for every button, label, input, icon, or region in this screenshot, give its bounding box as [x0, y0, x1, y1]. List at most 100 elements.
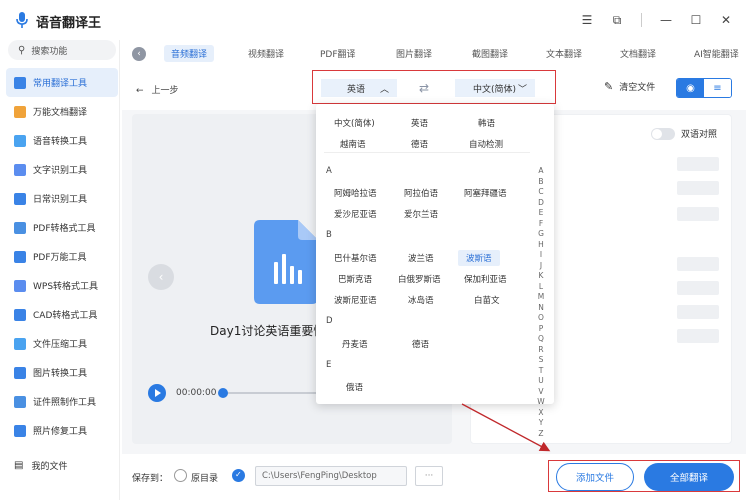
lang-option[interactable]: 中文(简体): [334, 117, 375, 129]
alpha-letter[interactable]: D: [535, 198, 547, 209]
alpha-letter[interactable]: I: [535, 250, 547, 261]
maximize-icon[interactable]: ☐: [684, 10, 708, 30]
alpha-letter[interactable]: G: [535, 229, 547, 240]
lang-option[interactable]: 越南语: [340, 138, 366, 150]
progress-track[interactable]: [222, 392, 322, 394]
source-language-select[interactable]: 英语 ︿: [321, 79, 397, 97]
lang-option[interactable]: 保加利亚语: [464, 273, 507, 285]
alpha-letter[interactable]: O: [535, 313, 547, 324]
sidebar-item-photo-repair[interactable]: 照片修复工具: [6, 416, 118, 445]
add-file-button[interactable]: 添加文件: [556, 463, 634, 491]
alpha-letter[interactable]: Z: [535, 429, 547, 440]
alpha-letter[interactable]: T: [535, 366, 547, 377]
alpha-letter[interactable]: W: [535, 397, 547, 408]
alpha-letter[interactable]: E: [535, 208, 547, 219]
tab-doc-translate[interactable]: 文档翻译: [620, 47, 656, 60]
alpha-letter[interactable]: J: [535, 261, 547, 272]
alpha-letter[interactable]: L: [535, 282, 547, 293]
alpha-letter[interactable]: V: [535, 387, 547, 398]
output-path-field[interactable]: C:\Users\FengPing\Desktop: [255, 466, 407, 486]
swap-icon[interactable]: ⇄: [419, 81, 429, 95]
shrink-icon[interactable]: ⧉: [605, 10, 629, 30]
chevron-left-icon[interactable]: ‹: [132, 47, 146, 61]
lang-option[interactable]: 爱尔兰语: [404, 208, 438, 220]
sidebar-item-voice[interactable]: 语音转换工具: [6, 126, 118, 155]
alpha-letter[interactable]: H: [535, 240, 547, 251]
alpha-letter[interactable]: A: [535, 166, 547, 177]
lang-option[interactable]: 丹麦语: [342, 338, 368, 350]
sidebar-item-scan[interactable]: 日常识别工具: [6, 184, 118, 213]
clear-files-button[interactable]: ✎ 清空文件: [604, 80, 655, 93]
browse-button[interactable]: ···: [415, 466, 443, 486]
tab-text-translate[interactable]: 文本翻译: [546, 47, 582, 60]
arrow-left-icon: ←: [136, 86, 144, 96]
alpha-letter[interactable]: M: [535, 292, 547, 303]
sidebar-item-common-translate[interactable]: 常用翻译工具: [6, 68, 118, 97]
list-icon[interactable]: ≡: [704, 79, 731, 97]
alpha-letter[interactable]: X: [535, 408, 547, 419]
sidebar-item-id-photo[interactable]: 证件照制作工具: [6, 387, 118, 416]
lang-option-selected[interactable]: 波斯语: [458, 250, 500, 266]
alpha-letter[interactable]: P: [535, 324, 547, 335]
sidebar-item-doc-translate[interactable]: 万能文档翻译: [6, 97, 118, 126]
alpha-letter[interactable]: F: [535, 219, 547, 230]
tab-video-translate[interactable]: 视频翻译: [248, 47, 284, 60]
alpha-letter[interactable]: K: [535, 271, 547, 282]
wps-icon: [14, 279, 26, 292]
lang-option[interactable]: 德语: [411, 138, 428, 150]
toggle-switch[interactable]: [650, 127, 675, 140]
eye-icon[interactable]: ◉: [677, 79, 704, 97]
lang-option[interactable]: 德语: [412, 338, 429, 350]
alpha-letter[interactable]: R: [535, 345, 547, 356]
lang-option[interactable]: 波兰语: [408, 252, 434, 264]
lang-option[interactable]: 阿塞拜疆语: [464, 187, 507, 199]
lang-option[interactable]: 俄语: [346, 381, 363, 393]
sidebar-item-compress[interactable]: 文件压缩工具: [6, 329, 118, 358]
prev-step-button[interactable]: ← 上一步: [136, 83, 179, 96]
sidebar-item-text-ocr[interactable]: 文字识别工具: [6, 155, 118, 184]
lang-option[interactable]: 巴斯克语: [338, 273, 372, 285]
close-icon[interactable]: ✕: [714, 10, 738, 30]
alpha-letter[interactable]: U: [535, 376, 547, 387]
alpha-letter[interactable]: B: [535, 177, 547, 188]
tab-ai-translate[interactable]: AI智能翻译: [694, 47, 739, 60]
alpha-letter[interactable]: S: [535, 355, 547, 366]
sidebar-item-cad[interactable]: CAD转格式工具: [6, 300, 118, 329]
lang-option[interactable]: 英语: [411, 117, 428, 129]
sidebar-item-wps[interactable]: WPS转格式工具: [6, 271, 118, 300]
placeholder-line: [677, 207, 719, 221]
bilingual-toggle[interactable]: 双语对照: [650, 127, 717, 140]
progress-knob[interactable]: [218, 388, 228, 398]
translate-all-button[interactable]: 全部翻译: [644, 463, 734, 491]
tab-audio-translate[interactable]: 音频翻译: [164, 45, 215, 62]
lang-option-auto-detect[interactable]: 自动检测: [469, 138, 503, 150]
alpha-letter[interactable]: Y: [535, 418, 547, 429]
lang-option[interactable]: 韩语: [478, 117, 495, 129]
tab-image-translate[interactable]: 图片翻译: [396, 47, 432, 60]
lang-option[interactable]: 冰岛语: [408, 294, 434, 306]
lang-option[interactable]: 爱沙尼亚语: [334, 208, 377, 220]
search-input[interactable]: ⚲ 搜索功能: [8, 40, 116, 60]
tab-screenshot-translate[interactable]: 截图翻译: [472, 47, 508, 60]
sidebar-item-image-convert[interactable]: 图片转换工具: [6, 358, 118, 387]
lang-option[interactable]: 阿拉伯语: [404, 187, 438, 199]
lang-option[interactable]: 阿姆哈拉语: [334, 187, 377, 199]
alpha-letter[interactable]: Q: [535, 334, 547, 345]
tab-pdf-translate[interactable]: PDF翻译: [320, 47, 356, 60]
lang-option[interactable]: 波斯尼亚语: [334, 294, 377, 306]
minimize-icon[interactable]: —: [654, 10, 678, 30]
sidebar-item-pdf-convert[interactable]: PDF转格式工具: [6, 213, 118, 242]
lang-option[interactable]: 白俄罗斯语: [398, 273, 441, 285]
carousel-prev-button[interactable]: ‹: [148, 264, 174, 290]
menu-icon[interactable]: ☰: [575, 10, 599, 30]
lang-option[interactable]: 巴什基尔语: [334, 252, 377, 264]
target-language-select[interactable]: 中文(简体) ﹀: [455, 79, 535, 97]
play-icon[interactable]: [148, 384, 166, 402]
my-files-link[interactable]: ▤ 我的文件: [14, 459, 67, 472]
alpha-letter[interactable]: C: [535, 187, 547, 198]
lang-option[interactable]: 白苗文: [474, 294, 500, 306]
sidebar-item-pdf-tool[interactable]: PDF万能工具: [6, 242, 118, 271]
original-dir-radio[interactable]: [174, 469, 187, 482]
custom-dir-radio[interactable]: [232, 469, 245, 482]
alpha-letter[interactable]: N: [535, 303, 547, 314]
